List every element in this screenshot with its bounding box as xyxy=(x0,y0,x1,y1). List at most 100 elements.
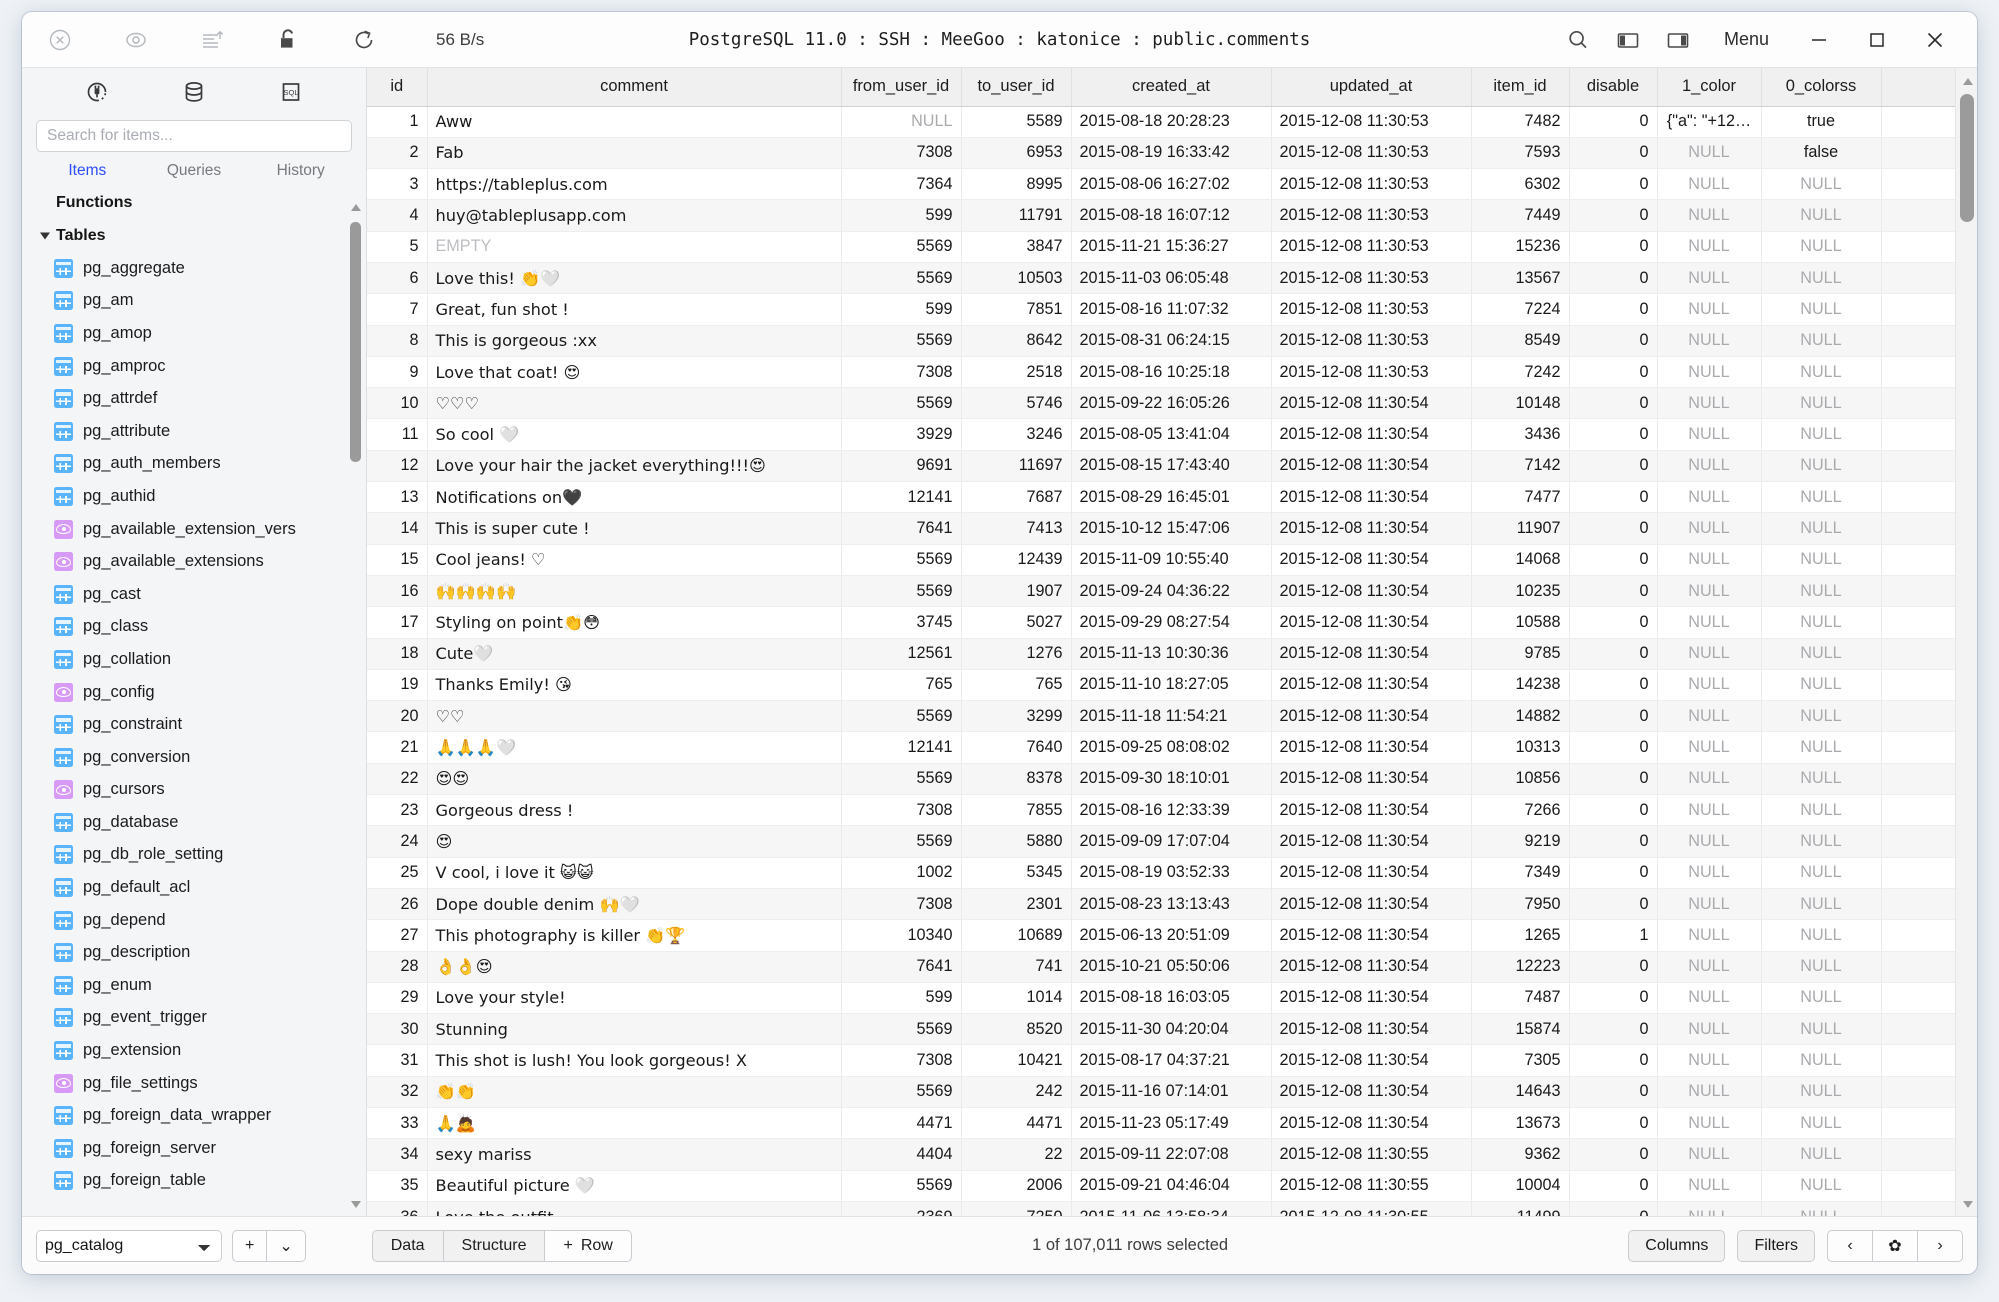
cell-item_id[interactable]: 7242 xyxy=(1471,356,1570,389)
sort-lines-icon[interactable] xyxy=(190,22,234,58)
cell-to_user_id[interactable]: 10689 xyxy=(961,919,1072,952)
cell-id[interactable]: 6 xyxy=(367,262,428,295)
cell-comment[interactable]: This shot is lush! You look gorgeous! X xyxy=(427,1044,842,1077)
cell-id[interactable]: 31 xyxy=(367,1044,428,1077)
cell-0_colorss[interactable]: NULL xyxy=(1761,700,1882,733)
cell-comment[interactable]: Great, fun shot ! xyxy=(427,293,842,326)
cell-1_color[interactable]: NULL xyxy=(1657,919,1762,952)
cell-to_user_id[interactable]: 8378 xyxy=(961,763,1072,796)
sidebar-item-pg_enum[interactable]: pg_enum xyxy=(32,969,366,1002)
cell-created_at[interactable]: 2015-08-17 04:37:21 xyxy=(1071,1044,1272,1077)
column-header-to_user_id[interactable]: to_user_id xyxy=(961,68,1072,107)
cell-disable[interactable]: 0 xyxy=(1569,356,1658,389)
cell-1_color[interactable]: NULL xyxy=(1657,606,1762,639)
table-row[interactable]: 22 😍😍 5569 8378 2015-09-30 18:10:01 2015-12-0… xyxy=(367,763,1965,796)
cell-1_color[interactable]: NULL xyxy=(1657,1138,1762,1171)
cell-item_id[interactable]: 13567 xyxy=(1471,262,1570,295)
cell-to_user_id[interactable]: 4471 xyxy=(961,1107,1072,1140)
cell-item_id[interactable]: 10856 xyxy=(1471,763,1570,796)
sidebar-item-pg_class[interactable]: pg_class xyxy=(32,611,366,644)
cell-created_at[interactable]: 2015-08-29 16:45:01 xyxy=(1071,481,1272,514)
cell-1_color[interactable]: NULL xyxy=(1657,951,1762,983)
cell-disable[interactable]: 0 xyxy=(1569,325,1658,357)
cell-to_user_id[interactable]: 1014 xyxy=(961,982,1072,1015)
column-header-disable[interactable]: disable xyxy=(1569,68,1658,107)
cell-comment[interactable]: 🙏🙇 xyxy=(427,1107,842,1140)
cell-id[interactable]: 2 xyxy=(367,137,428,170)
cell-from_user_id[interactable]: 12141 xyxy=(841,481,962,514)
cell-0_colorss[interactable]: NULL xyxy=(1761,418,1882,451)
sidebar-item-pg_event_trigger[interactable]: pg_event_trigger xyxy=(32,1002,366,1035)
cell-from_user_id[interactable]: 12561 xyxy=(841,638,962,670)
cell-comment[interactable]: Love this! 👏🤍 xyxy=(427,262,842,295)
cell-to_user_id[interactable]: 8995 xyxy=(961,168,1072,201)
cell-to_user_id[interactable]: 2006 xyxy=(961,1170,1072,1202)
cell-id[interactable]: 35 xyxy=(367,1170,428,1202)
cell-disable[interactable]: 0 xyxy=(1569,951,1658,983)
column-header-created_at[interactable]: created_at xyxy=(1071,68,1272,107)
schema-select[interactable]: pg_catalog xyxy=(36,1229,222,1262)
cell-to_user_id[interactable]: 2301 xyxy=(961,888,1072,921)
sidebar-item-pg_database[interactable]: pg_database xyxy=(32,806,366,839)
cell-updated_at[interactable]: 2015-12-08 11:30:55 xyxy=(1271,1170,1472,1202)
column-header-comment[interactable]: comment xyxy=(427,68,842,107)
cell-0_colorss[interactable]: NULL xyxy=(1761,481,1882,514)
cell-updated_at[interactable]: 2015-12-08 11:30:54 xyxy=(1271,1107,1472,1140)
cell-from_user_id[interactable]: 5569 xyxy=(841,575,962,608)
cell-1_color[interactable]: NULL xyxy=(1657,1170,1762,1202)
cell-id[interactable]: 33 xyxy=(367,1107,428,1140)
cell-updated_at[interactable]: 2015-12-08 11:30:54 xyxy=(1271,763,1472,796)
cell-disable[interactable]: 0 xyxy=(1569,857,1658,889)
cell-id[interactable]: 15 xyxy=(367,544,428,576)
cell-from_user_id[interactable]: 5569 xyxy=(841,825,962,858)
sidebar-item-pg_cast[interactable]: pg_cast xyxy=(32,578,366,611)
sidebar-scrollbar-thumb[interactable] xyxy=(350,222,361,462)
cell-item_id[interactable]: 10588 xyxy=(1471,606,1570,639)
tree-group-functions[interactable]: Functions xyxy=(32,186,366,219)
cell-from_user_id[interactable]: 7308 xyxy=(841,137,962,170)
scroll-up-arrow-icon[interactable] xyxy=(350,204,361,211)
cell-disable[interactable]: 0 xyxy=(1569,481,1658,514)
cell-updated_at[interactable]: 2015-12-08 11:30:54 xyxy=(1271,857,1472,889)
cell-0_colorss[interactable]: NULL xyxy=(1761,231,1882,263)
cell-disable[interactable]: 0 xyxy=(1569,982,1658,1015)
table-row[interactable]: 18 Cute🤍 12561 1276 2015-11-13 10:30:36 2015-… xyxy=(367,638,1965,670)
cell-created_at[interactable]: 2015-11-16 07:14:01 xyxy=(1071,1076,1272,1109)
table-row[interactable]: 34 sexy mariss 4404 22 2015-09-11 22:07:08 20… xyxy=(367,1138,1965,1171)
filters-button[interactable]: Filters xyxy=(1737,1229,1815,1262)
cell-created_at[interactable]: 2015-09-22 16:05:26 xyxy=(1071,387,1272,420)
cell-created_at[interactable]: 2015-09-29 08:27:54 xyxy=(1071,606,1272,639)
cell-updated_at[interactable]: 2015-12-08 11:30:54 xyxy=(1271,919,1472,952)
cell-id[interactable]: 34 xyxy=(367,1138,428,1171)
cell-0_colorss[interactable]: NULL xyxy=(1761,1170,1882,1202)
cell-updated_at[interactable]: 2015-12-08 11:30:54 xyxy=(1271,794,1472,827)
table-row[interactable]: 26 Dope double denim 🙌🤍 7308 2301 2015-08-23… xyxy=(367,888,1965,921)
cell-comment[interactable]: 😍😍 xyxy=(427,763,842,796)
cell-0_colorss[interactable]: NULL xyxy=(1761,387,1882,420)
cell-created_at[interactable]: 2015-08-19 16:33:42 xyxy=(1071,137,1272,170)
cell-to_user_id[interactable]: 7855 xyxy=(961,794,1072,827)
cell-created_at[interactable]: 2015-11-13 10:30:36 xyxy=(1071,638,1272,670)
sidebar-item-pg_depend[interactable]: pg_depend xyxy=(32,904,366,937)
add-row-button[interactable]: + Row xyxy=(544,1229,632,1262)
cell-1_color[interactable]: NULL xyxy=(1657,1107,1762,1140)
cell-item_id[interactable]: 1265 xyxy=(1471,919,1570,952)
cell-updated_at[interactable]: 2015-12-08 11:30:54 xyxy=(1271,731,1472,764)
table-row[interactable]: 3 https://tableplus.com 7364 8995 2015-08-06… xyxy=(367,168,1965,201)
cell-id[interactable]: 30 xyxy=(367,1013,428,1046)
cell-comment[interactable]: EMPTY xyxy=(427,231,842,263)
cell-to_user_id[interactable]: 11697 xyxy=(961,450,1072,483)
cell-item_id[interactable]: 3436 xyxy=(1471,418,1570,451)
cell-item_id[interactable]: 12223 xyxy=(1471,951,1570,983)
cell-from_user_id[interactable]: 7641 xyxy=(841,951,962,983)
cell-1_color[interactable]: {"a": "+12… xyxy=(1657,106,1762,138)
cell-disable[interactable]: 0 xyxy=(1569,231,1658,263)
table-row[interactable]: 12 Love your hair the jacket everything!!… xyxy=(367,450,1965,483)
cell-from_user_id[interactable]: 7308 xyxy=(841,794,962,827)
cell-0_colorss[interactable]: NULL xyxy=(1761,199,1882,232)
cell-from_user_id[interactable]: 5569 xyxy=(841,544,962,576)
cell-item_id[interactable]: 13673 xyxy=(1471,1107,1570,1140)
cell-updated_at[interactable]: 2015-12-08 11:30:55 xyxy=(1271,1138,1472,1171)
columns-button[interactable]: Columns xyxy=(1628,1229,1726,1262)
cell-1_color[interactable]: NULL xyxy=(1657,731,1762,764)
